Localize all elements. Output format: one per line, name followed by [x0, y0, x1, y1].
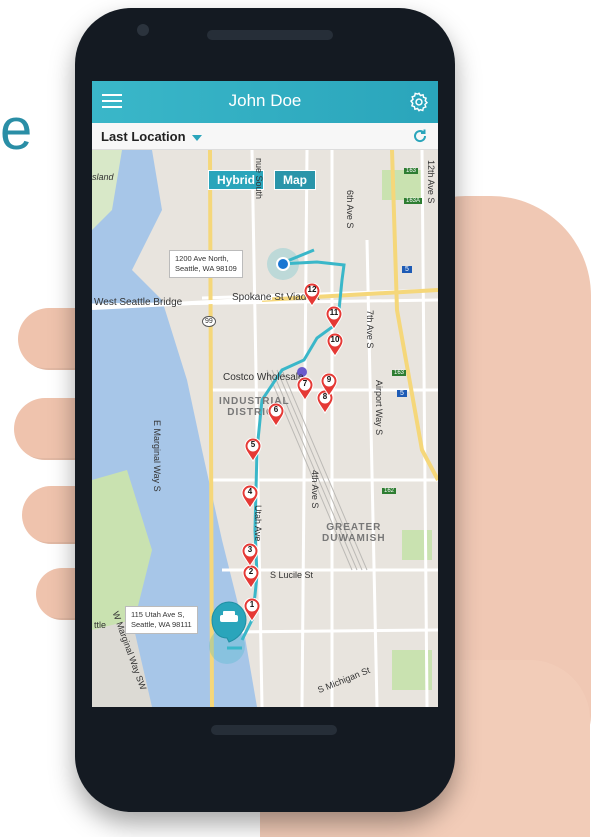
route-99-shield: 99: [202, 316, 216, 327]
waypoint-marker-7[interactable]: 7: [296, 376, 314, 401]
location-bar: Last Location: [92, 123, 438, 150]
speaker-grille-bottom: [211, 725, 337, 735]
camera-icon: [137, 24, 149, 36]
waypoint-marker-4[interactable]: 4: [241, 484, 259, 509]
user-name-title: John Doe: [228, 91, 302, 110]
waypoint-marker-11[interactable]: 11: [325, 305, 343, 330]
airport-way-label: Airport Way S: [374, 380, 384, 436]
waypoint-number: 3: [247, 545, 253, 554]
location-dropdown-label: Last Location: [101, 129, 186, 144]
waypoint-marker-10[interactable]: 10: [326, 332, 344, 357]
partial-heading-letter: e: [0, 97, 33, 162]
current-address-label: 1200 Ave North, Seattle, WA 98109: [169, 250, 243, 278]
waypoint-number: 2: [248, 567, 254, 576]
route-5-shield-mid: 5: [397, 390, 407, 397]
avenue-south-label: nue South: [254, 158, 264, 200]
map-toggle-button[interactable]: Map: [274, 170, 316, 190]
waypoint-number: 12: [307, 285, 317, 294]
west-seattle-bridge-label: West Seattle Bridge: [94, 297, 183, 308]
hwy-163b-shield: 163: [392, 370, 407, 376]
waypoint-number: 6: [273, 405, 279, 414]
e-marginal-label: E Marginal Way S: [152, 420, 162, 492]
route-5-shield-top: 5: [402, 266, 412, 273]
map-view[interactable]: Hybrid Map 1200 Ave North, Seattle, WA 9…: [92, 150, 438, 707]
waypoint-number: 11: [329, 308, 339, 317]
costco-label: Costco Wholesale: [223, 372, 304, 383]
waypoint-number: 4: [247, 487, 253, 496]
phone-screen: John Doe Last Location Hybrid Map 1200 A…: [92, 81, 438, 707]
app-header: John Doe: [92, 81, 438, 123]
greater-duwamish-label: GREATER DUWAMISH: [322, 522, 386, 544]
waypoint-number: 5: [250, 440, 256, 449]
waypoint-marker-5[interactable]: 5: [244, 437, 262, 462]
current-location-dot[interactable]: [276, 257, 290, 271]
fourth-ave-label: 4th Ave S: [310, 470, 320, 509]
waypoint-number: 10: [330, 335, 340, 344]
waypoint-number: 1: [249, 600, 255, 609]
waypoint-marker-1[interactable]: 1: [243, 597, 261, 622]
waypoint-number: 9: [326, 375, 332, 384]
hwy-162-shield: 162: [382, 488, 397, 494]
sixth-ave-label: 6th Ave S: [345, 190, 355, 229]
refresh-icon[interactable]: [412, 128, 428, 144]
island-label: sland: [92, 172, 114, 182]
speaker-grille-top: [207, 30, 333, 40]
seventh-ave-label: 7th Ave S: [365, 310, 375, 349]
s-lucile-label: S Lucile St: [270, 570, 314, 580]
waypoint-marker-9[interactable]: 9: [320, 372, 338, 397]
twelfth-ave-label: 12th Ave S: [426, 160, 436, 204]
waypoint-marker-12[interactable]: 12: [303, 282, 321, 307]
ttle-label: ttle: [94, 620, 107, 630]
gear-icon[interactable]: [408, 91, 430, 113]
waypoint-number: 7: [302, 379, 308, 388]
waypoint-marker-6[interactable]: 6: [267, 402, 285, 427]
location-dropdown[interactable]: Last Location: [101, 129, 202, 144]
start-address-label: 115 Utah Ave S, Seattle, WA 98111: [125, 606, 198, 634]
waypoint-marker-2[interactable]: 2: [242, 564, 260, 589]
waypoint-marker-3[interactable]: 3: [241, 542, 259, 567]
hwy-163-shield: 163: [404, 168, 419, 174]
hwy-163a-shield: 163A: [404, 198, 423, 204]
utah-ave-label: Utah Ave: [253, 505, 263, 542]
phone-device: John Doe Last Location Hybrid Map 1200 A…: [75, 8, 455, 812]
caret-down-icon: [191, 134, 202, 141]
